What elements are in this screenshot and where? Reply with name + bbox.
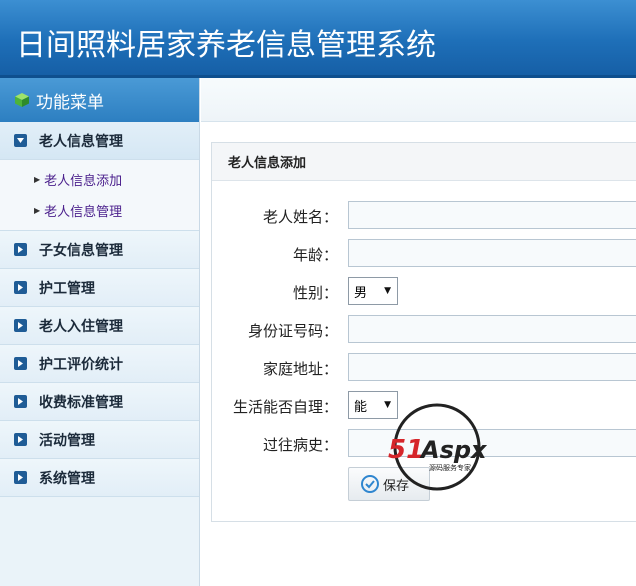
check-circle-icon (361, 475, 379, 493)
submenu-item-elder-manage[interactable]: ▶ 老人信息管理 (0, 195, 199, 226)
row-address: 家庭地址： (212, 353, 636, 381)
menu-caregiver[interactable]: 护工管理 (0, 269, 199, 307)
submenu-label: 老人信息管理 (44, 205, 123, 220)
row-id-number: 身份证号码： (212, 315, 636, 343)
gender-select[interactable]: 男 ▼ (348, 277, 398, 305)
menu-label: 系统管理 (39, 470, 95, 487)
menu-children-info[interactable]: 子女信息管理 (0, 231, 199, 269)
gender-label: 性别： (292, 284, 338, 302)
triangle-right-icon: ▶ (34, 175, 41, 184)
menu-label: 护工管理 (39, 280, 95, 297)
menu-checkin[interactable]: 老人入住管理 (0, 307, 199, 345)
self-care-label: 生活能否自理： (232, 398, 338, 416)
id-number-input[interactable] (348, 315, 636, 343)
chevron-right-icon (14, 319, 27, 332)
address-label: 家庭地址： (262, 360, 338, 378)
cube-icon (14, 92, 30, 108)
row-gender: 性别： 男 ▼ (212, 277, 636, 305)
chevron-right-icon (14, 243, 27, 256)
history-label: 过往病史： (262, 436, 338, 454)
sidebar: 功能菜单 老人信息管理 ▶ 老人信息添加 ▶ 老人信息管理 子女信息管理 护工管理 … (0, 78, 200, 586)
submenu-elder-info: ▶ 老人信息添加 ▶ 老人信息管理 (0, 160, 199, 231)
submenu-label: 老人信息添加 (44, 174, 123, 189)
menu-label: 收费标准管理 (39, 394, 123, 411)
gender-value: 男 (354, 285, 368, 301)
main-content: 老人信息添加 老人姓名： 年龄： 性别： 男 ▼ 身份证号码： 家庭地址： 生活… (201, 78, 636, 586)
chevron-right-icon (14, 281, 27, 294)
address-input[interactable] (348, 353, 636, 381)
name-input[interactable] (348, 201, 636, 229)
row-age: 年龄： (212, 239, 636, 267)
age-input[interactable] (348, 239, 636, 267)
id-number-label: 身份证号码： (247, 322, 338, 340)
submenu-item-elder-add[interactable]: ▶ 老人信息添加 (0, 164, 199, 195)
menu-caregiver-rating[interactable]: 护工评价统计 (0, 345, 199, 383)
chevron-right-icon (14, 433, 27, 446)
menu-label: 护工评价统计 (39, 356, 123, 373)
svg-text:51: 51 (388, 435, 424, 465)
menu-system[interactable]: 系统管理 (0, 459, 199, 497)
sidebar-header: 功能菜单 (0, 78, 199, 122)
menu-elder-info[interactable]: 老人信息管理 (0, 122, 199, 160)
svg-text:源码服务专家: 源码服务专家 (429, 463, 471, 472)
chevron-right-icon (14, 357, 27, 370)
menu-fee-standard[interactable]: 收费标准管理 (0, 383, 199, 421)
menu-label: 老人信息管理 (39, 133, 123, 150)
watermark-logo: 51 Aspx 源码服务专家 (385, 403, 515, 495)
self-care-value: 能 (354, 399, 368, 415)
caret-down-icon: ▼ (384, 286, 391, 296)
svg-text:Aspx: Aspx (419, 436, 488, 464)
row-name: 老人姓名： (212, 201, 636, 229)
age-label: 年龄： (292, 246, 338, 264)
menu-activity[interactable]: 活动管理 (0, 421, 199, 459)
form-title: 老人信息添加 (212, 143, 636, 181)
triangle-right-icon: ▶ (34, 206, 41, 215)
name-label: 老人姓名： (262, 208, 338, 226)
chevron-down-icon (14, 134, 27, 147)
app-title: 日间照料居家养老信息管理系统 (16, 28, 436, 63)
menu-label: 老人入住管理 (39, 318, 123, 335)
content-toolbar (201, 78, 636, 122)
sidebar-heading: 功能菜单 (36, 92, 104, 113)
menu-label: 子女信息管理 (39, 242, 123, 259)
menu-label: 活动管理 (39, 432, 95, 449)
chevron-right-icon (14, 471, 27, 484)
chevron-right-icon (14, 395, 27, 408)
app-header: 日间照料居家养老信息管理系统 (0, 0, 636, 78)
